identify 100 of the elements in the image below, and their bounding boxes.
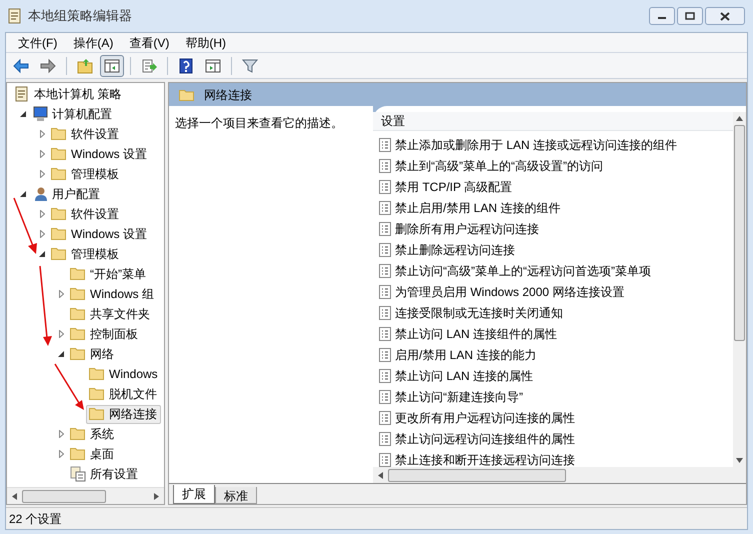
- tree-item[interactable]: 管理模板: [48, 164, 123, 184]
- setting-icon: [379, 180, 391, 194]
- tree-item[interactable]: 软件设置: [48, 204, 123, 224]
- expanded-icon[interactable]: [20, 111, 26, 117]
- tree-item[interactable]: 脱机文件: [86, 384, 161, 404]
- scrollbar-thumb[interactable]: [22, 490, 106, 502]
- menu-item[interactable]: 文件(F): [12, 34, 64, 52]
- scroll-up-icon[interactable]: [736, 116, 743, 121]
- setting-row[interactable]: 更改所有用户远程访问连接的属性: [373, 407, 733, 428]
- collapsed-icon[interactable]: [40, 170, 44, 178]
- tab[interactable]: 标准: [215, 487, 257, 504]
- folder-icon: [89, 406, 105, 422]
- collapsed-icon[interactable]: [40, 130, 44, 138]
- setting-icon: [379, 200, 391, 214]
- setting-row[interactable]: 删除所有用户远程访问连接: [373, 218, 733, 239]
- setting-row[interactable]: 禁止访问“高级”菜单上的“远程访问首选项”菜单项: [373, 260, 733, 281]
- tree-item[interactable]: 用户配置: [29, 184, 104, 204]
- collapsed-icon[interactable]: [40, 230, 44, 238]
- collapsed-icon[interactable]: [58, 290, 64, 298]
- setting-row[interactable]: 禁止访问 LAN 连接组件的属性: [373, 323, 733, 344]
- folder-icon: [51, 246, 67, 262]
- description-text: 选择一个项目来查看它的描述。: [175, 116, 343, 130]
- menu-item[interactable]: 帮助(H): [179, 34, 232, 52]
- tree-item[interactable]: “开始”菜单: [67, 264, 150, 284]
- tree-item[interactable]: 管理模板: [48, 244, 123, 264]
- collapsed-icon[interactable]: [40, 210, 44, 218]
- tree-item[interactable]: 软件设置: [48, 124, 123, 144]
- scroll-right-icon[interactable]: [154, 492, 159, 500]
- tree-item[interactable]: Windows: [86, 364, 162, 384]
- tree-item[interactable]: 共享文件夹: [67, 304, 154, 324]
- folder-icon: [70, 346, 86, 362]
- collapsed-icon[interactable]: [58, 330, 64, 338]
- setting-icon: [379, 284, 391, 298]
- tree-item[interactable]: 网络连接: [86, 404, 161, 424]
- folder-icon: [51, 146, 67, 162]
- tree-item[interactable]: Windows 设置: [48, 144, 152, 164]
- scroll-left-icon[interactable]: [378, 472, 383, 478]
- scrollbar-thumb[interactable]: [388, 468, 566, 482]
- tree-item[interactable]: Windows 设置: [48, 224, 152, 244]
- collapsed-icon[interactable]: [58, 450, 64, 458]
- setting-row[interactable]: 禁止删除远程访问连接: [373, 239, 733, 260]
- setting-row[interactable]: 禁止访问远程访问连接组件的属性: [373, 428, 733, 449]
- setting-row[interactable]: 禁止添加或删除用于 LAN 连接或远程访问连接的组件: [373, 134, 733, 155]
- setting-row[interactable]: 禁止到“高级”菜单上的“高级设置”的访问: [373, 155, 733, 176]
- expanded-icon[interactable]: [20, 191, 26, 197]
- annotation-arrow: [13, 198, 37, 254]
- collapsed-icon[interactable]: [58, 430, 64, 438]
- scroll-left-icon[interactable]: [12, 492, 17, 500]
- maximize-icon: [685, 12, 695, 20]
- setting-row[interactable]: 禁用 TCP/IP 高级配置: [373, 176, 733, 197]
- menu-item[interactable]: 操作(A): [67, 34, 120, 52]
- tree-item[interactable]: 控制面板: [67, 324, 142, 344]
- window-title: 本地组策略编辑器: [28, 7, 132, 26]
- setting-icon: [379, 326, 391, 340]
- collapsed-icon[interactable]: [40, 150, 44, 158]
- setting-row[interactable]: 禁止访问“新建连接向导”: [373, 386, 733, 407]
- close-button[interactable]: [705, 7, 745, 25]
- column-header[interactable]: 设置: [373, 112, 733, 131]
- tree-item[interactable]: 所有设置: [67, 464, 142, 484]
- policy-icon: [14, 86, 30, 102]
- setting-row[interactable]: 禁止访问 LAN 连接的属性: [373, 365, 733, 386]
- tree-item[interactable]: 系统: [67, 424, 118, 444]
- setting-row[interactable]: 为管理员启用 Windows 2000 网络连接设置: [373, 281, 733, 302]
- setting-row[interactable]: 启用/禁用 LAN 连接的能力: [373, 344, 733, 365]
- tree-item[interactable]: 计算机配置: [29, 104, 116, 124]
- folder-icon: [89, 386, 105, 402]
- policy-icon: [8, 8, 22, 24]
- tree-item[interactable]: 本地计算机 策略: [11, 84, 126, 104]
- user-icon: [32, 186, 48, 202]
- setting-row[interactable]: 禁止启用/禁用 LAN 连接的组件: [373, 197, 733, 218]
- minimize-button[interactable]: [649, 7, 675, 25]
- setting-row[interactable]: 禁止连接和断开连接远程访问连接: [373, 449, 733, 467]
- setting-icon: [379, 306, 391, 320]
- folder-icon: [70, 266, 86, 282]
- folder-icon: [51, 226, 67, 242]
- maximize-button[interactable]: [677, 7, 703, 25]
- scrollbar-thumb[interactable]: [734, 125, 745, 341]
- annotation-arrow: [54, 364, 84, 410]
- setting-icon: [379, 222, 391, 236]
- expanded-icon[interactable]: [58, 351, 64, 357]
- setting-icon: [379, 390, 391, 404]
- menu-item[interactable]: 查看(V): [123, 34, 176, 52]
- tree-item[interactable]: 桌面: [67, 444, 118, 464]
- tree-item[interactable]: Windows 组: [67, 284, 158, 304]
- setting-icon: [379, 368, 391, 382]
- setting-row[interactable]: 连接受限制或无连接时关闭通知: [373, 302, 733, 323]
- expanded-icon[interactable]: [39, 251, 45, 257]
- folder-icon: [89, 366, 105, 382]
- setting-icon: [379, 432, 391, 446]
- setting-icon: [379, 138, 391, 152]
- tab[interactable]: 扩展: [173, 485, 215, 504]
- header-title: 网络连接: [204, 86, 252, 104]
- folder-icon: [70, 446, 86, 462]
- settings-list-icon: [70, 466, 86, 482]
- scroll-down-icon[interactable]: [736, 458, 743, 463]
- tree-pane-icon[interactable]: [100, 54, 124, 76]
- status-text: 22 个设置: [9, 510, 62, 528]
- setting-icon: [379, 410, 391, 424]
- folder-icon: [70, 326, 86, 342]
- tree-item[interactable]: 网络: [67, 344, 118, 364]
